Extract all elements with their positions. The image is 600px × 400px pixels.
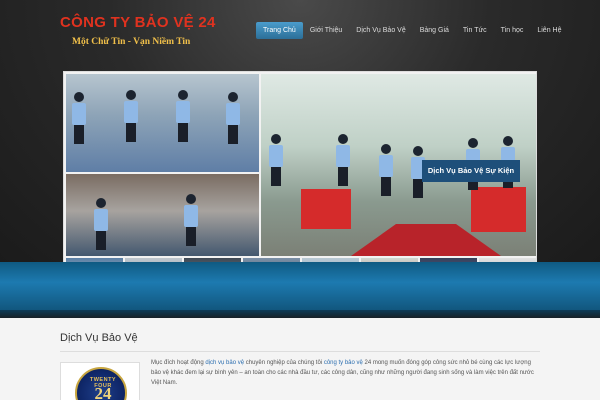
section-description: Mục đích hoạt động dịch vụ bảo vệ chuyên… <box>151 358 541 388</box>
nav-item-contact[interactable]: Liên Hệ <box>530 22 568 39</box>
slider-caption[interactable]: Dịch Vụ Bảo Vệ Sự Kiện <box>422 160 520 182</box>
section-divider <box>60 351 540 352</box>
site-slogan: Một Chữ Tin - Vạn Niềm Tin <box>72 37 191 47</box>
nav-item-home[interactable]: Trang Chủ <box>256 21 303 39</box>
content-area: Dịch Vụ Bảo Vệ TWENTY FOUR 24 Mục đích h… <box>0 318 600 400</box>
slider-photo-guards <box>66 74 259 172</box>
red-table <box>471 187 526 232</box>
site-title[interactable]: CÔNG TY BẢO VỆ 24 <box>60 14 216 31</box>
nav-item-news[interactable]: Tin Tức <box>456 22 494 39</box>
badge-number: 24 <box>94 384 112 400</box>
guard-figure <box>124 90 138 142</box>
guard-figure <box>336 134 350 186</box>
link-security-company[interactable]: công ty bảo vệ <box>324 360 363 366</box>
main-nav: Trang Chủ Giới Thiệu Dịch Vụ Bảo Vệ Bảng… <box>256 20 569 40</box>
desc-middle: chuyên nghiệp của chúng tôi <box>244 360 324 366</box>
guard-figure <box>94 198 108 250</box>
nav-item-it[interactable]: Tin học <box>494 22 531 39</box>
guard-figure <box>176 90 190 142</box>
guard-figure <box>184 194 198 246</box>
guard-figure <box>72 92 86 144</box>
red-table <box>301 189 351 229</box>
nav-item-services[interactable]: Dịch Vụ Bảo Vệ <box>349 22 412 39</box>
section-title: Dịch Vụ Bảo Vệ <box>60 332 138 344</box>
link-security-service[interactable]: dịch vụ bảo vệ <box>205 360 244 366</box>
guard-figure <box>226 92 240 144</box>
nav-item-pricing[interactable]: Bảng Giá <box>413 22 456 39</box>
slider-photo-crowd <box>66 174 259 256</box>
guard-figure <box>379 144 393 196</box>
company-badge: TWENTY FOUR 24 <box>60 362 140 400</box>
nav-item-about[interactable]: Giới Thiệu <box>303 22 349 39</box>
guard-figure <box>269 134 283 186</box>
logo-seal: TWENTY FOUR 24 <box>75 367 127 400</box>
desc-prefix: Mục đích hoạt động <box>151 360 206 366</box>
